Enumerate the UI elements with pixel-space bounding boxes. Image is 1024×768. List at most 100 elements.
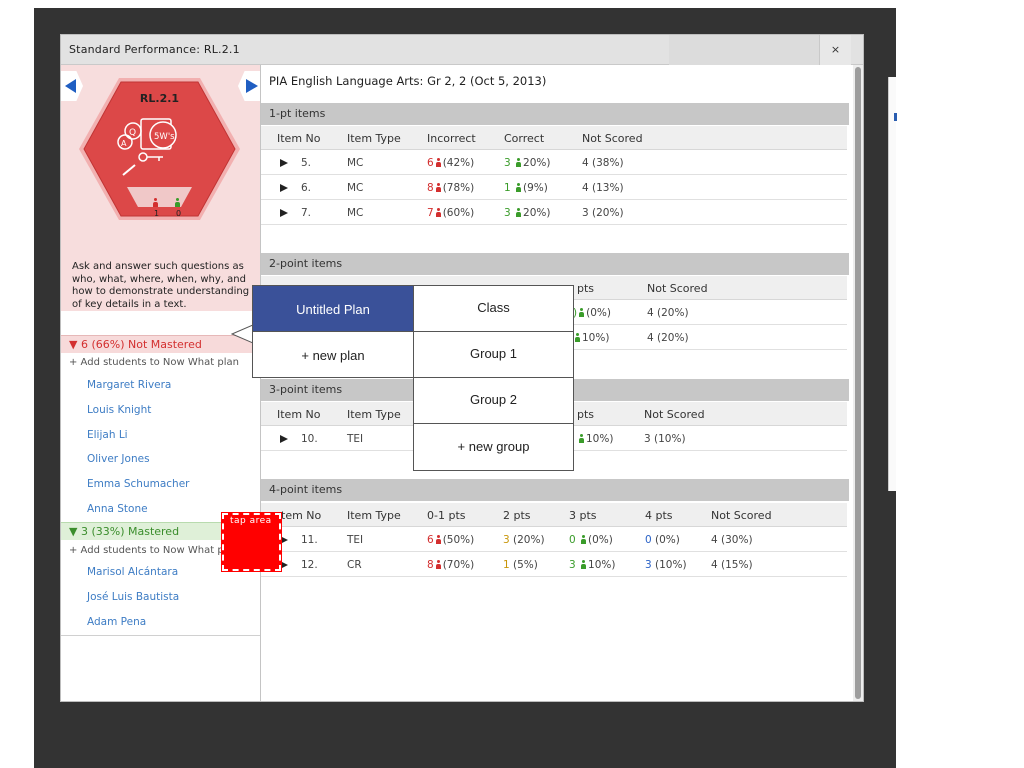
expand-row-icon[interactable] <box>280 561 288 569</box>
popup-pointer-arrow <box>231 324 253 344</box>
modal-titlebar: Standard Performance: RL.2.1 × <box>61 35 863 65</box>
mastered-count: 0 <box>176 209 182 218</box>
pts-2-cell: 3 (20%) <box>503 534 545 546</box>
vertical-scrollbar[interactable] <box>853 65 863 701</box>
item-no: 12. <box>301 559 318 571</box>
col-2-pts: 2 pts <box>503 509 531 522</box>
col-item-no: tem No <box>281 509 322 522</box>
col-pts: pts <box>577 408 595 421</box>
background-panel-edge <box>888 77 897 491</box>
person-icon <box>516 158 522 167</box>
tap-area-hotspot[interactable]: tap area <box>221 512 282 572</box>
person-icon <box>581 535 587 544</box>
person-icon <box>516 183 522 192</box>
assessment-title: PIA English Language Arts: Gr 2, 2 (Oct … <box>269 74 547 88</box>
expand-row-icon[interactable] <box>280 159 288 167</box>
person-icon <box>435 560 441 569</box>
four-pt-section-header: 4-point items <box>261 479 849 501</box>
student-link[interactable]: Adam Pena <box>87 616 146 628</box>
pts-cell: 10%) <box>573 332 609 344</box>
item-no: 7. <box>301 207 312 219</box>
close-button[interactable]: × <box>819 35 851 65</box>
student-link[interactable]: Margaret Rivera <box>87 379 171 391</box>
person-icon <box>435 158 441 167</box>
person-icon <box>435 208 441 217</box>
standard-description: Ask and answer such questions as who, wh… <box>72 261 250 310</box>
one-pt-column-header: Item No Item Type Incorrect Correct Not … <box>261 126 847 150</box>
col-3-pts: 3 pts <box>569 509 597 522</box>
new-group-button[interactable]: + new group <box>413 423 574 471</box>
badge-text: 5W's <box>154 132 175 142</box>
table-row[interactable]: 11. TEI 6 (50%) 3 (20%) 0 (0%) 0 (0%) 4 (… <box>261 528 847 552</box>
table-row[interactable]: 7. MC 7 (60%) 3 20%) 3 (20%) <box>261 201 847 225</box>
person-icon <box>579 308 585 317</box>
modal-title: Standard Performance: RL.2.1 <box>69 43 240 56</box>
expand-row-icon[interactable] <box>280 536 288 544</box>
new-plan-button[interactable]: + new plan <box>252 331 414 378</box>
person-icon <box>579 434 584 443</box>
one-pt-section-header: 1-pt items <box>261 103 849 125</box>
group-option-class[interactable]: Class <box>413 285 574 332</box>
sidebar-divider <box>61 635 260 636</box>
not-scored-cell: 4 (30%) <box>711 534 753 546</box>
item-type: MC <box>347 157 364 169</box>
plan-popup: Untitled Plan + new plan Class Group 1 G… <box>252 285 574 471</box>
not-scored-cell: 3 (10%) <box>644 433 686 445</box>
standard-panel: Q A 5W's RL.2.1 1 0 Ask and answer such … <box>61 65 260 311</box>
col-not-scored: Not Scored <box>644 408 705 421</box>
background-panel-marker <box>894 113 897 121</box>
student-link[interactable]: Elijah Li <box>87 429 128 441</box>
student-link[interactable]: Louis Knight <box>87 404 151 416</box>
two-pt-section-header: 2-point items <box>261 253 849 275</box>
add-mastered-to-plan-link[interactable]: + Add students to Now What pla <box>69 545 233 556</box>
incorrect-cell: 6 (42%) <box>427 157 475 169</box>
student-link[interactable]: Marisol Alcántara <box>87 566 178 578</box>
col-not-scored: Not Scored <box>582 132 643 145</box>
item-no: 6. <box>301 182 312 194</box>
person-icon <box>516 208 522 217</box>
table-row[interactable]: 12. CR 8 (70%) 1 (5%) 3 10%) 3 (10%) 4 (1… <box>261 553 847 577</box>
col-4-pts: 4 pts <box>645 509 673 522</box>
correct-cell: 3 20%) <box>504 157 551 169</box>
not-scored-cell: 4 (20%) <box>647 307 689 319</box>
col-pts: pts <box>577 282 595 295</box>
standard-code: RL.2.1 <box>139 92 180 105</box>
expand-row-icon[interactable] <box>280 209 288 217</box>
person-icon <box>435 183 441 192</box>
col-not-scored: Not Scored <box>711 509 772 522</box>
student-link[interactable]: José Luis Bautista <box>87 591 179 603</box>
col-correct: Correct <box>504 132 545 145</box>
not-scored-cell: 3 (20%) <box>582 207 624 219</box>
table-row[interactable]: 5. MC 6 (42%) 3 20%) 4 (38%) <box>261 151 847 175</box>
not-scored-cell: 4 (20%) <box>647 332 689 344</box>
group-option-group-2[interactable]: Group 2 <box>413 377 574 424</box>
arrow-right-icon <box>246 79 258 93</box>
add-not-mastered-to-plan-link[interactable]: + Add students to Now What plan <box>69 357 239 368</box>
pts-0-1-cell: 6 (50%) <box>427 534 475 546</box>
col-item-no: Item No <box>277 132 321 145</box>
four-pt-column-header: tem No Item Type 0-1 pts 2 pts 3 pts 4 p… <box>261 503 847 527</box>
pts-3-cell: 3 10%) <box>569 559 616 571</box>
student-link[interactable]: Emma Schumacher <box>87 478 189 490</box>
person-icon <box>581 560 587 569</box>
col-not-scored: Not Scored <box>647 282 708 295</box>
table-row[interactable]: 6. MC 8 (78%) 1 (9%) 4 (13%) <box>261 176 847 200</box>
pts-2-cell: 1 (5%) <box>503 559 538 571</box>
pts-cell: 10%) <box>577 433 613 445</box>
correct-cell: 3 20%) <box>504 207 551 219</box>
person-icon <box>575 333 580 342</box>
correct-cell: 1 (9%) <box>504 182 548 194</box>
item-type: CR <box>347 559 362 571</box>
student-link[interactable]: Anna Stone <box>87 503 148 515</box>
col-item-type: Item Type <box>347 132 401 145</box>
pts-4-cell: 3 (10%) <box>645 559 687 571</box>
expand-row-icon[interactable] <box>280 184 288 192</box>
standard-hexagon: Q A 5W's RL.2.1 1 0 <box>77 75 242 223</box>
group-option-group-1[interactable]: Group 1 <box>413 331 574 378</box>
mastered-person-icon <box>173 198 182 208</box>
student-link[interactable]: Oliver Jones <box>87 453 150 465</box>
scrollbar-thumb[interactable] <box>855 67 861 699</box>
plan-option-untitled[interactable]: Untitled Plan <box>252 285 414 332</box>
person-icon <box>435 535 441 544</box>
incorrect-cell: 8 (78%) <box>427 182 475 194</box>
